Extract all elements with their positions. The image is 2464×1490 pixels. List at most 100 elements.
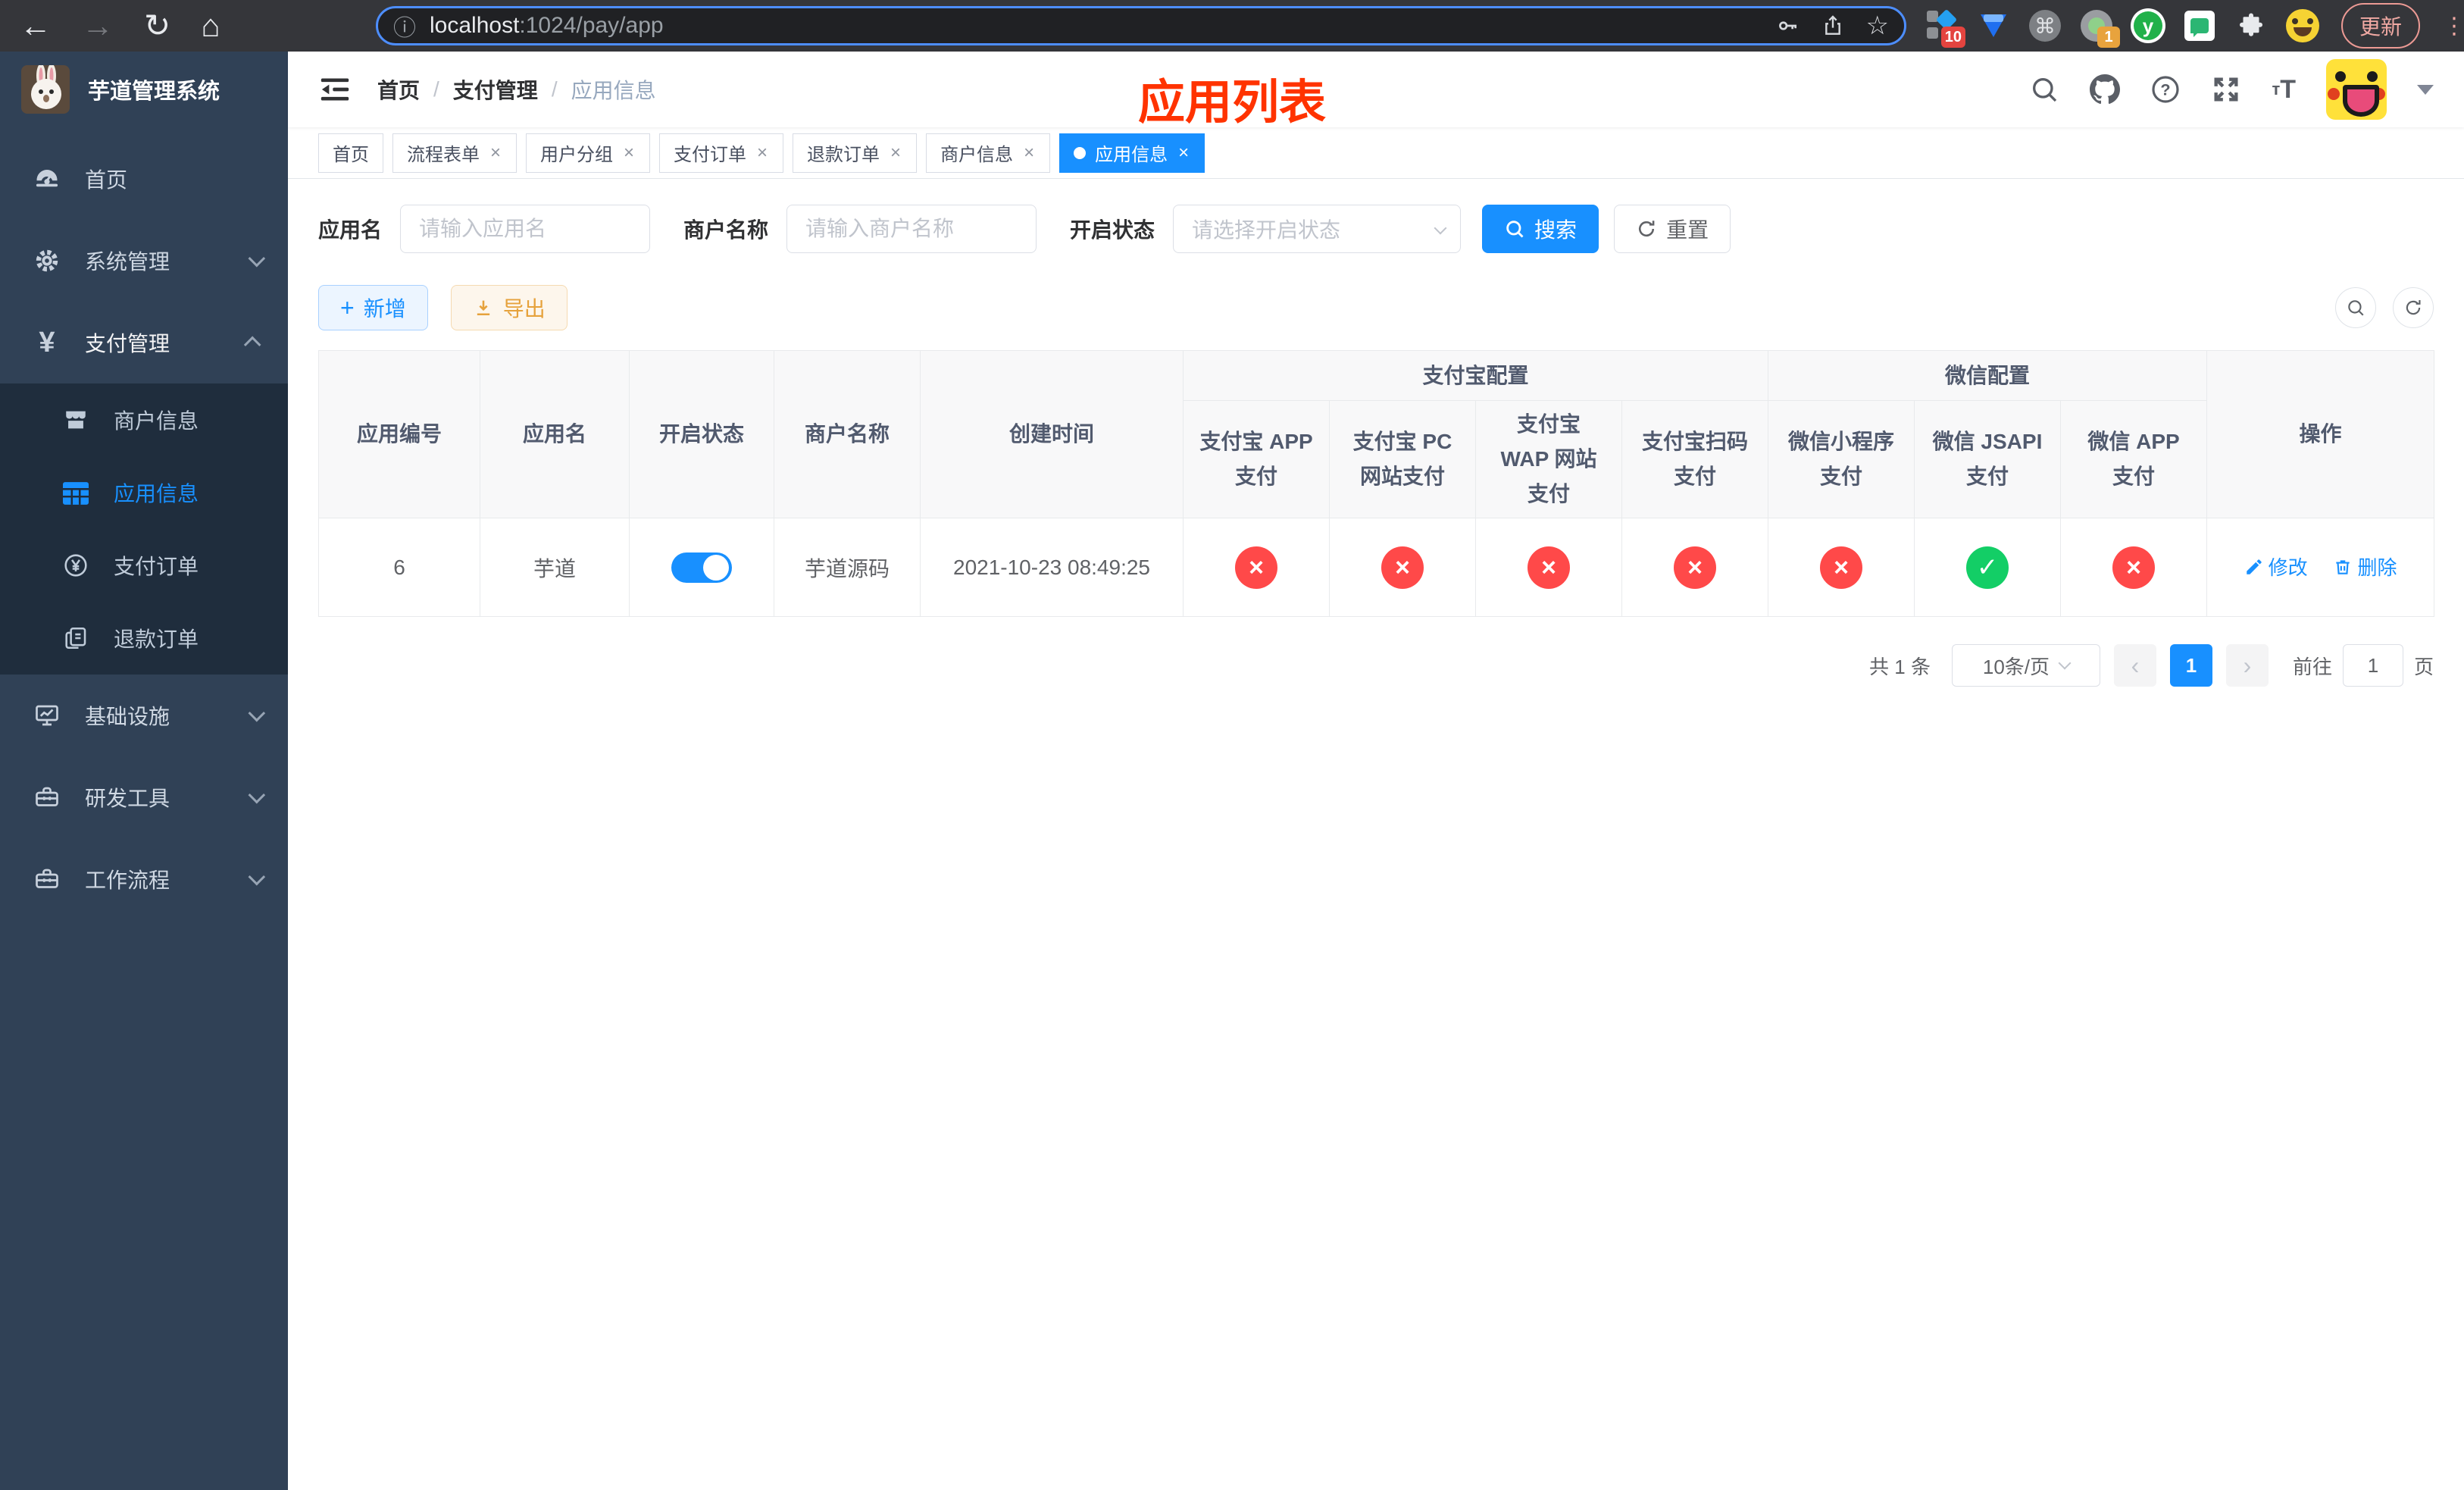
- tab-app-info[interactable]: 应用信息 ×: [1059, 133, 1205, 173]
- enabled-switch[interactable]: [671, 552, 732, 583]
- extensions-puzzle-icon[interactable]: [2234, 8, 2269, 43]
- grid-icon: [59, 480, 92, 505]
- wechat-mini-status-icon: ×: [1820, 546, 1863, 589]
- status-select[interactable]: 请选择开启状态: [1173, 205, 1462, 253]
- profile-avatar-icon[interactable]: [2285, 8, 2320, 43]
- breadcrumb-home[interactable]: 首页: [377, 74, 420, 105]
- url-text: localhost:1024/pay/app: [430, 13, 1775, 39]
- delete-link[interactable]: 删除: [2333, 552, 2397, 581]
- tab-refund-orders[interactable]: 退款订单 ×: [793, 133, 918, 173]
- app-name-input[interactable]: [400, 205, 651, 253]
- reset-button[interactable]: 重置: [1614, 205, 1731, 253]
- close-icon[interactable]: ×: [489, 142, 502, 164]
- sidebar-item-home[interactable]: 首页: [0, 138, 288, 220]
- tab-merchant-info[interactable]: 商户信息 ×: [926, 133, 1051, 173]
- toggle-search-button[interactable]: [2335, 287, 2376, 328]
- browser-menu-icon[interactable]: ⋮: [2437, 13, 2464, 39]
- download-icon: [477, 300, 489, 316]
- trash-icon: [2336, 560, 2350, 574]
- alipay-wap-status-icon: ×: [1527, 546, 1570, 589]
- sidebar-item-app-info[interactable]: 应用信息: [0, 456, 288, 529]
- breadcrumb: 首页 / 支付管理 / 应用信息: [377, 74, 656, 105]
- page-unit-label: 页: [2413, 655, 2434, 678]
- refresh-icon: [1639, 221, 1655, 237]
- share-icon[interactable]: [1821, 14, 1845, 38]
- close-icon[interactable]: ×: [1177, 142, 1190, 164]
- export-button[interactable]: 导出: [450, 285, 568, 330]
- chevron-down-icon: [248, 786, 266, 804]
- prev-page-button[interactable]: ‹: [2113, 644, 2156, 687]
- col-wechat-mini: 微信小程序支付: [1768, 400, 1915, 518]
- pencil-icon: [2246, 559, 2262, 574]
- next-page-button[interactable]: ›: [2225, 644, 2269, 687]
- add-button[interactable]: + 新增: [318, 285, 428, 330]
- extension-tasks-icon[interactable]: 10: [1925, 8, 1965, 48]
- sidebar-item-refund-orders[interactable]: 退款订单: [0, 602, 288, 675]
- site-info-icon[interactable]: ⓘ: [393, 9, 416, 42]
- sidebar-item-merchant-info[interactable]: 商户信息: [0, 383, 288, 456]
- close-icon[interactable]: ×: [1022, 142, 1036, 164]
- merchant-name-label: 商户名称: [683, 218, 769, 242]
- svg-text:?: ?: [2161, 80, 2171, 99]
- extension-y-logo-icon[interactable]: y: [2131, 8, 2165, 43]
- refresh-icon: [2406, 300, 2421, 315]
- tab-process-form[interactable]: 流程表单 ×: [392, 133, 518, 173]
- extension-recorder-icon[interactable]: 1: [2079, 8, 2120, 48]
- status-label: 开启状态: [1070, 218, 1155, 242]
- sidebar-item-payment[interactable]: ¥ 支付管理: [0, 302, 288, 383]
- logo-image: [21, 65, 70, 114]
- browser-home-icon[interactable]: ⌂: [201, 10, 220, 42]
- pagination: 共 1 条 10条/页 ‹ 1 › 前往 页: [318, 644, 2434, 687]
- extension-command-icon[interactable]: ⌘: [2028, 8, 2062, 43]
- password-key-icon[interactable]: [1775, 14, 1800, 38]
- col-wechat-jsapi: 微信 JSAPI 支付: [1914, 400, 2062, 518]
- user-avatar[interactable]: [2326, 59, 2387, 120]
- cell-merchant: 芋道源码: [774, 518, 921, 617]
- sidebar-item-payment-orders[interactable]: 支付订单: [0, 529, 288, 602]
- bookmark-star-icon[interactable]: ☆: [1866, 13, 1889, 39]
- avatar-caret-icon[interactable]: [2417, 84, 2434, 95]
- browser-reload-icon[interactable]: ↻: [144, 10, 170, 42]
- breadcrumb-current: 应用信息: [571, 79, 656, 102]
- col-alipay-qr: 支付宝扫码支付: [1621, 400, 1769, 518]
- fullscreen-icon[interactable]: [2211, 74, 2241, 105]
- table-row: 6 芋道 芋道源码 2021-10-23 08:49:25 × × × × × …: [318, 518, 2435, 617]
- browser-chrome: ← → ↻ ⌂ ⓘ localhost:1024/pay/app ☆ 10 ⌘ …: [0, 0, 2464, 52]
- sidebar-item-workflow[interactable]: 工作流程: [0, 838, 288, 920]
- sidebar-item-infrastructure[interactable]: 基础设施: [0, 675, 288, 756]
- header-search-icon[interactable]: [2029, 74, 2059, 105]
- sidebar-item-system[interactable]: 系统管理: [0, 220, 288, 302]
- browser-back-icon[interactable]: ←: [20, 10, 52, 42]
- close-icon[interactable]: ×: [889, 142, 902, 164]
- goto-page-input[interactable]: [2342, 644, 2403, 687]
- chrome-update-button[interactable]: 更新: [2341, 3, 2421, 49]
- breadcrumb-payment[interactable]: 支付管理: [453, 74, 538, 105]
- col-created: 创建时间: [920, 350, 1184, 518]
- alipay-pc-status-icon: ×: [1381, 546, 1424, 589]
- github-icon[interactable]: [2090, 74, 2121, 105]
- tab-payment-orders[interactable]: 支付订单 ×: [659, 133, 784, 173]
- help-icon[interactable]: ?: [2150, 74, 2181, 105]
- col-alipay-app: 支付宝 APP 支付: [1183, 400, 1330, 518]
- search-button[interactable]: 搜索: [1482, 205, 1599, 253]
- extension-chat-icon[interactable]: [2182, 8, 2217, 43]
- close-icon[interactable]: ×: [622, 142, 636, 164]
- alipay-app-status-icon: ×: [1235, 546, 1277, 589]
- address-bar[interactable]: ⓘ localhost:1024/pay/app ☆: [376, 6, 1906, 45]
- close-icon[interactable]: ×: [755, 142, 769, 164]
- page-number-1[interactable]: 1: [2169, 644, 2212, 687]
- app-logo[interactable]: 芋道管理系统: [0, 52, 288, 127]
- sidebar-collapse-icon[interactable]: [318, 74, 352, 105]
- merchant-name-input[interactable]: [786, 205, 1037, 253]
- col-alipay-pc: 支付宝 PC 网站支付: [1329, 400, 1476, 518]
- tab-user-group[interactable]: 用户分组 ×: [526, 133, 651, 173]
- edit-link[interactable]: 修改: [2244, 552, 2308, 581]
- browser-forward-icon[interactable]: →: [82, 10, 114, 42]
- extension-gem-icon[interactable]: [1976, 8, 2011, 43]
- tab-home[interactable]: 首页: [318, 133, 383, 173]
- font-size-icon[interactable]: тT: [2272, 75, 2296, 105]
- sidebar-item-dev-tools[interactable]: 研发工具: [0, 756, 288, 838]
- refresh-table-button[interactable]: [2393, 287, 2434, 328]
- page-size-select[interactable]: 10条/页: [1951, 644, 2100, 687]
- chevron-down-icon: [248, 704, 266, 722]
